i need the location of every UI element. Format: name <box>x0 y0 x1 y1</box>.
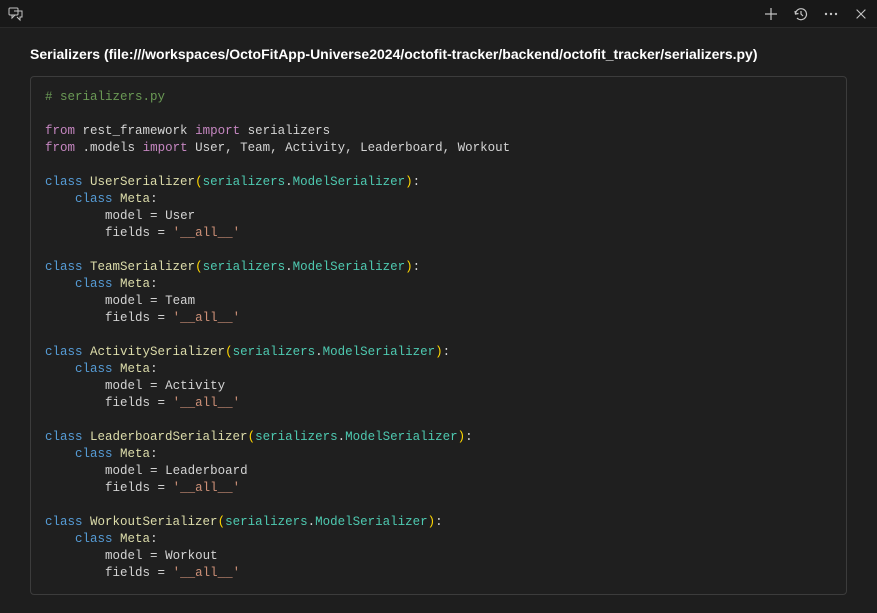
titlebar-right <box>763 6 869 22</box>
meta-class: Meta <box>120 277 150 291</box>
model-value: Leaderboard <box>165 464 248 478</box>
serializers-ref: serializers <box>203 175 286 189</box>
modelserializer-ref: ModelSerializer <box>293 175 406 189</box>
kw-import: import <box>195 124 240 138</box>
eq: = <box>150 549 158 563</box>
eq: = <box>150 209 158 223</box>
import-module: rest_framework <box>83 124 188 138</box>
meta-class: Meta <box>120 447 150 461</box>
fields-attr: fields <box>105 566 150 580</box>
add-icon[interactable] <box>763 6 779 22</box>
content-area: Serializers (file:///workspaces/OctoFitA… <box>0 28 877 613</box>
comment-discussion-icon[interactable] <box>8 6 24 22</box>
eq: = <box>158 226 166 240</box>
serializers-ref: serializers <box>203 260 286 274</box>
fields-value: '__all__' <box>173 311 241 325</box>
fields-value: '__all__' <box>173 566 241 580</box>
fields-attr: fields <box>105 481 150 495</box>
eq: = <box>158 481 166 495</box>
fields-value: '__all__' <box>173 226 241 240</box>
meta-class: Meta <box>120 192 150 206</box>
kw-class: class <box>45 260 83 274</box>
eq: = <box>150 294 158 308</box>
fields-value: '__all__' <box>173 481 241 495</box>
kw-from: from <box>45 141 75 155</box>
modelserializer-ref: ModelSerializer <box>345 430 458 444</box>
serializers-ref: serializers <box>255 430 338 444</box>
kw-class: class <box>75 362 113 376</box>
modelserializer-ref: ModelSerializer <box>323 345 436 359</box>
code-comment: # serializers.py <box>45 90 165 104</box>
fields-attr: fields <box>105 396 150 410</box>
code-block: # serializers.py from rest_framework imp… <box>30 76 847 595</box>
file-title: Serializers (file:///workspaces/OctoFitA… <box>30 46 847 62</box>
close-icon[interactable] <box>853 6 869 22</box>
kw-class: class <box>45 345 83 359</box>
class-name: UserSerializer <box>90 175 195 189</box>
model-value: Team <box>165 294 195 308</box>
model-attr: model <box>105 209 143 223</box>
meta-class: Meta <box>120 532 150 546</box>
kw-class: class <box>45 175 83 189</box>
serializers-ref: serializers <box>225 515 308 529</box>
class-name: WorkoutSerializer <box>90 515 218 529</box>
fields-attr: fields <box>105 311 150 325</box>
kw-class: class <box>75 192 113 206</box>
model-attr: model <box>105 549 143 563</box>
eq: = <box>150 464 158 478</box>
model-value: User <box>165 209 195 223</box>
kw-class: class <box>45 430 83 444</box>
import-module: .models <box>83 141 136 155</box>
kw-import: import <box>143 141 188 155</box>
fields-value: '__all__' <box>173 396 241 410</box>
class-name: LeaderboardSerializer <box>90 430 248 444</box>
class-name: ActivitySerializer <box>90 345 225 359</box>
eq: = <box>150 379 158 393</box>
class-name: TeamSerializer <box>90 260 195 274</box>
more-icon[interactable] <box>823 6 839 22</box>
kw-class: class <box>75 532 113 546</box>
model-attr: model <box>105 464 143 478</box>
kw-class: class <box>75 277 113 291</box>
import-items: serializers <box>248 124 331 138</box>
import-items: User, Team, Activity, Leaderboard, Worko… <box>195 141 510 155</box>
modelserializer-ref: ModelSerializer <box>315 515 428 529</box>
history-icon[interactable] <box>793 6 809 22</box>
fields-attr: fields <box>105 226 150 240</box>
eq: = <box>158 311 166 325</box>
meta-class: Meta <box>120 362 150 376</box>
modelserializer-ref: ModelSerializer <box>293 260 406 274</box>
model-attr: model <box>105 379 143 393</box>
model-value: Activity <box>165 379 225 393</box>
kw-class: class <box>45 515 83 529</box>
model-attr: model <box>105 294 143 308</box>
kw-from: from <box>45 124 75 138</box>
serializers-ref: serializers <box>233 345 316 359</box>
kw-class: class <box>75 447 113 461</box>
titlebar <box>0 0 877 28</box>
model-value: Workout <box>165 549 218 563</box>
titlebar-left <box>8 6 24 22</box>
eq: = <box>158 396 166 410</box>
eq: = <box>158 566 166 580</box>
